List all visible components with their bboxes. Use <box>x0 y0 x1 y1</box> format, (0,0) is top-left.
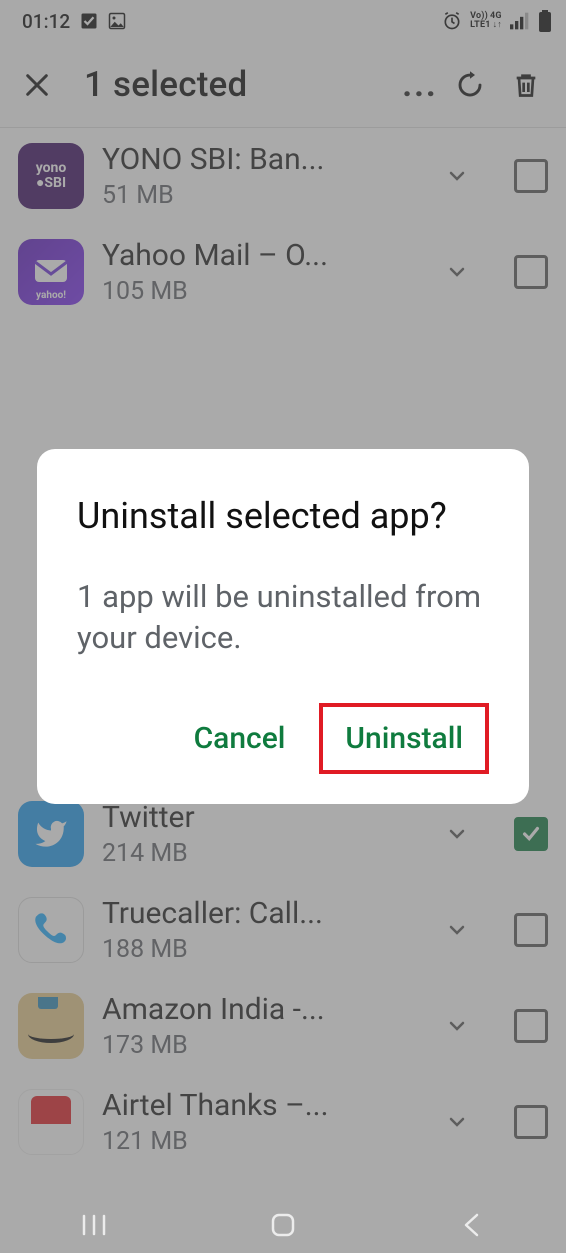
back-icon <box>461 1212 483 1238</box>
home-icon <box>270 1212 296 1238</box>
uninstall-dialog: Uninstall selected app? 1 app will be un… <box>37 449 529 804</box>
cancel-button[interactable]: Cancel <box>180 711 300 766</box>
dialog-message: 1 app will be uninstalled from your devi… <box>77 576 489 660</box>
highlight-annotation: Uninstall <box>319 703 489 774</box>
recents-button[interactable] <box>59 1205 129 1245</box>
home-button[interactable] <box>248 1205 318 1245</box>
system-navbar <box>0 1197 566 1253</box>
dialog-title: Uninstall selected app? <box>77 493 489 540</box>
back-button[interactable] <box>437 1205 507 1245</box>
recents-icon <box>80 1213 108 1237</box>
uninstall-button[interactable]: Uninstall <box>331 711 477 766</box>
modal-scrim[interactable]: Uninstall selected app? 1 app will be un… <box>0 0 566 1253</box>
